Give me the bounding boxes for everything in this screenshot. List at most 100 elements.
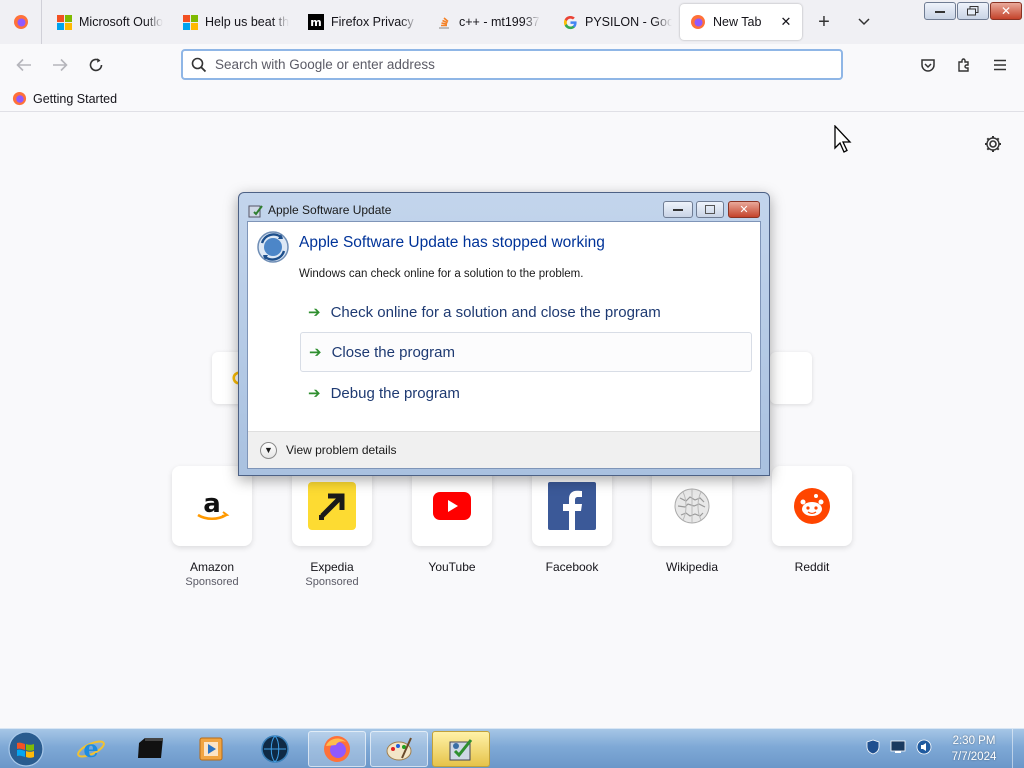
option-label: Debug the program: [330, 384, 460, 402]
puzzle-icon: [958, 58, 969, 72]
option-label: Check online for a solution and close th…: [330, 303, 661, 321]
network-icon[interactable]: [890, 740, 906, 754]
dialog-title: Apple Software Update: [268, 203, 392, 217]
tab-cpp-mt19937[interactable]: c++ - mt19937: [426, 4, 546, 40]
shortcut-expedia[interactable]: Expedia Sponsored: [282, 466, 382, 588]
minimize-icon: [673, 209, 683, 211]
reload-button[interactable]: [84, 53, 108, 77]
chevron-down-icon: [858, 18, 870, 26]
dialog-maximize-button[interactable]: [696, 201, 724, 218]
system-tray: [866, 739, 932, 755]
restore-icon: [967, 6, 979, 16]
tab-new-tab[interactable]: New Tab ✕: [680, 4, 802, 40]
tab-strip: Microsoft Outlo Help us beat th m Firefo…: [0, 0, 1024, 44]
taskbar-firefox[interactable]: [308, 731, 366, 767]
paint-palette-icon: [386, 737, 412, 761]
firefox-icon: [324, 736, 350, 762]
reddit-icon: [794, 488, 830, 524]
reload-icon: [89, 58, 103, 72]
bookmark-getting-started[interactable]: Getting Started: [12, 91, 117, 106]
forward-button[interactable]: [48, 53, 72, 77]
svg-text:e: e: [83, 734, 98, 763]
amazon-icon: a: [197, 489, 230, 521]
shortcut-name: Amazon: [189, 560, 235, 574]
tab-microsoft-outlook[interactable]: Microsoft Outlo: [46, 4, 166, 40]
dialog-footer: ▼ View problem details: [248, 431, 760, 468]
tab-firefox-privacy[interactable]: m Firefox Privacy I: [298, 4, 418, 40]
tab-help-us[interactable]: Help us beat th: [172, 4, 292, 40]
shortcut-tile: [412, 466, 492, 546]
show-desktop-button[interactable]: [1012, 729, 1024, 768]
shortcut-wikipedia[interactable]: Wikipedia: [642, 466, 742, 576]
shortcut-amazon[interactable]: a Amazon Sponsored: [162, 466, 262, 588]
google-icon: [562, 14, 578, 30]
shortcut-facebook[interactable]: Facebook: [522, 466, 622, 576]
check-online-option[interactable]: ➔ Check online for a solution and close …: [300, 292, 752, 332]
back-button[interactable]: [12, 53, 36, 77]
maximize-icon: [705, 205, 715, 214]
dialog-close-button[interactable]: ✕: [728, 201, 760, 218]
shortcut-name: Expedia: [310, 560, 354, 574]
tab-label: c++ - mt19937: [459, 15, 540, 29]
extensions-button[interactable]: [952, 53, 976, 77]
start-button[interactable]: [6, 730, 46, 768]
clock-date: 7/7/2024: [951, 751, 997, 763]
minimize-window-button[interactable]: [924, 2, 956, 20]
microsoft-icon: [182, 14, 198, 30]
shortcut-reddit[interactable]: Reddit: [762, 466, 862, 576]
tab-label: Firefox Privacy I: [331, 15, 418, 29]
close-window-button[interactable]: ✕: [990, 2, 1022, 20]
volume-icon[interactable]: [916, 739, 932, 755]
view-problem-details-link[interactable]: View problem details: [286, 443, 397, 457]
command-prompt-icon: [138, 738, 163, 758]
taskbar-media-player[interactable]: [182, 731, 240, 767]
close-tab-icon[interactable]: ✕: [778, 14, 794, 30]
new-tab-button[interactable]: +: [812, 10, 836, 34]
facebook-icon: [548, 482, 596, 530]
taskbar-apple-software-update[interactable]: [432, 731, 490, 767]
pocket-button[interactable]: [916, 53, 940, 77]
green-arrow-icon: ➔: [308, 304, 321, 321]
pocket-icon: [921, 59, 935, 72]
tab-pysilon-google[interactable]: PYSILON - Goo: [552, 4, 672, 40]
firefox-icon: [12, 91, 27, 106]
media-player-icon: [199, 737, 223, 761]
restore-window-button[interactable]: [957, 2, 989, 20]
app-menu-button[interactable]: [988, 53, 1012, 77]
taskbar-globe-app[interactable]: [246, 731, 304, 767]
search-icon: [191, 57, 207, 72]
security-shield-icon[interactable]: [866, 739, 880, 755]
sponsored-label: Sponsored: [305, 576, 359, 588]
address-input[interactable]: [215, 57, 815, 72]
close-icon: ✕: [739, 204, 749, 216]
taskbar-internet-explorer[interactable]: e: [62, 731, 120, 767]
windows-start-orb-icon: [8, 731, 44, 767]
list-all-tabs-button[interactable]: [852, 12, 876, 32]
mouse-cursor-icon: [834, 125, 852, 153]
software-update-icon: [449, 739, 473, 761]
mozilla-icon: m: [308, 14, 324, 30]
debug-program-option[interactable]: ➔ Debug the program: [300, 373, 752, 413]
firefox-view-button[interactable]: [0, 0, 42, 44]
firefox-icon: [690, 14, 706, 30]
hamburger-menu-icon: [994, 59, 1006, 71]
dialog-subtext: Windows can check online for a solution …: [299, 268, 584, 280]
dialog-minimize-button[interactable]: [663, 201, 693, 218]
search-box-partial-right: [770, 352, 812, 404]
shortcut-youtube[interactable]: YouTube: [402, 466, 502, 576]
expand-chevron-icon[interactable]: ▼: [260, 441, 277, 459]
taskbar-paint[interactable]: [370, 731, 428, 767]
shortcut-tile: [532, 466, 612, 546]
address-bar[interactable]: [181, 49, 843, 80]
close-icon: ✕: [1000, 4, 1012, 18]
taskbar-cmd[interactable]: [122, 731, 180, 767]
youtube-icon: [433, 492, 471, 520]
dark-globe-icon: [261, 735, 289, 763]
shortcut-tile: a: [172, 466, 252, 546]
shortcut-tile: [772, 466, 852, 546]
apple-software-update-error-dialog: Apple Software Update ✕ Apple Software U…: [238, 192, 770, 476]
forward-arrow-icon: [53, 58, 68, 72]
taskbar-clock[interactable]: 2:30 PM 7/7/2024: [944, 733, 1004, 765]
close-program-option[interactable]: ➔ Close the program: [300, 332, 752, 372]
personalize-new-tab-button[interactable]: [982, 133, 1004, 155]
